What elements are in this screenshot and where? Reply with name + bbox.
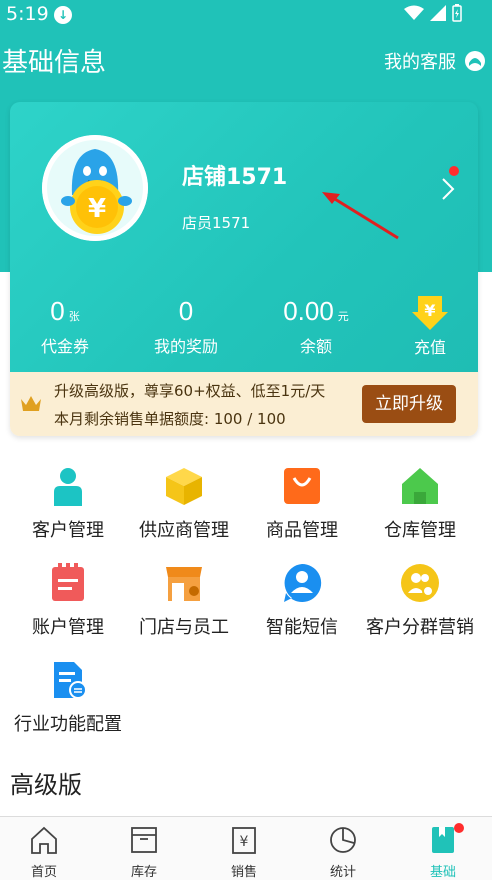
status-bar: 5:19 ↓ xyxy=(0,0,492,30)
account-notepad-icon xyxy=(52,563,84,601)
grid-label: 行业功能配置 xyxy=(14,714,122,735)
store-staff-icon xyxy=(166,567,202,601)
avatar: ¥ xyxy=(42,135,148,241)
supplier-box-icon xyxy=(166,468,202,505)
tab-home[interactable]: 首页 xyxy=(14,825,74,880)
voucher-count: 0 xyxy=(50,296,65,326)
balance-value: 0.00 xyxy=(283,296,334,326)
grid-item-account[interactable]: 账户管理 xyxy=(8,563,128,639)
customer-icon xyxy=(54,468,82,506)
grid-label: 商品管理 xyxy=(266,520,338,541)
tab-label: 首页 xyxy=(30,865,57,880)
industry-config-icon xyxy=(54,662,87,699)
svg-text:¥: ¥ xyxy=(240,834,249,850)
mascot-avatar-icon: ¥ xyxy=(42,135,148,241)
warehouse-icon xyxy=(402,468,438,504)
tab-label: 基础 xyxy=(429,865,456,880)
grid-item-store-staff[interactable]: 门店与员工 xyxy=(124,563,244,639)
signal-icon xyxy=(430,5,446,21)
grid-label: 智能短信 xyxy=(266,617,338,638)
page-title: 基础信息 xyxy=(2,48,107,78)
grid-label: 门店与员工 xyxy=(139,617,229,638)
inventory-icon xyxy=(131,827,157,853)
staff-name: 店员1571 xyxy=(182,214,251,232)
upgrade-promo-text: 升级高级版，尊享60+权益、低至1元/天 xyxy=(54,382,326,400)
grid-label: 客户分群营销 xyxy=(366,617,474,638)
annotation-arrow-icon xyxy=(322,192,399,240)
battery-icon xyxy=(452,4,462,22)
download-icon: ↓ xyxy=(54,6,72,24)
svg-text:¥: ¥ xyxy=(424,301,435,320)
store-card: ¥ 店铺1571 店员1571 0张 代金券 0 我的奖励 0.00元 余额 xyxy=(10,102,478,436)
upgrade-banner: 升级高级版，尊享60+权益、低至1元/天 本月剩余销售单据额度: 100 / 1… xyxy=(10,372,478,436)
grid-item-group-marketing[interactable]: 客户分群营销 xyxy=(360,563,480,639)
bottom-tab-bar: 首页 库存 ¥ 销售 统计 基础 xyxy=(0,816,492,880)
status-icons xyxy=(404,4,462,22)
tab-label: 统计 xyxy=(329,865,356,880)
tab-stats[interactable]: 统计 xyxy=(313,825,373,880)
grid-item-sms[interactable]: 智能短信 xyxy=(242,563,362,639)
tab-basic[interactable]: 基础 xyxy=(413,825,473,880)
reward-count: 0 xyxy=(178,296,194,326)
reward-label: 我的奖励 xyxy=(153,337,218,356)
product-bag-icon xyxy=(284,468,320,504)
recharge-label: 充值 xyxy=(413,338,446,357)
service-agent-icon xyxy=(465,51,485,71)
grid-item-industry-config[interactable]: 行业功能配置 xyxy=(8,660,128,736)
tab-sales[interactable]: ¥ 销售 xyxy=(214,825,274,880)
notification-dot xyxy=(449,166,459,176)
recharge-icon: ¥ xyxy=(412,296,448,330)
balance-unit: 元 xyxy=(337,310,349,323)
sms-person-icon xyxy=(284,563,322,602)
chevron-right-icon[interactable] xyxy=(438,176,458,202)
tab-label: 库存 xyxy=(130,865,157,880)
voucher-stat[interactable]: 0张 代金券 xyxy=(30,296,100,357)
balance-stat[interactable]: 0.00 元 余额 xyxy=(276,296,356,357)
tab-inventory[interactable]: 库存 xyxy=(114,825,174,880)
grid-label: 仓库管理 xyxy=(384,520,456,541)
voucher-label: 代金券 xyxy=(40,337,89,356)
grid-label: 供应商管理 xyxy=(139,520,229,541)
recharge-button[interactable]: ¥ 充值 xyxy=(408,294,452,358)
stats-icon xyxy=(330,827,356,853)
grid-item-product[interactable]: 商品管理 xyxy=(242,466,362,542)
voucher-unit: 张 xyxy=(68,310,80,323)
store-card-top[interactable]: ¥ 店铺1571 店员1571 0张 代金券 0 我的奖励 0.00元 余额 xyxy=(10,102,478,372)
store-name: 店铺1571 xyxy=(182,165,288,190)
sales-quota-text: 本月剩余销售单据额度: 100 / 100 xyxy=(54,410,286,428)
status-time: 5:19 xyxy=(6,3,49,25)
section-title: 高级版 xyxy=(10,771,82,799)
svg-text:¥: ¥ xyxy=(88,194,106,224)
grid-item-supplier[interactable]: 供应商管理 xyxy=(124,466,244,542)
upgrade-now-button[interactable]: 立即升级 xyxy=(362,385,456,423)
crown-icon xyxy=(21,396,41,411)
group-marketing-icon xyxy=(401,564,439,602)
grid-item-customer[interactable]: 客户管理 xyxy=(8,466,128,542)
grid-label: 账户管理 xyxy=(32,617,104,638)
tab-label: 销售 xyxy=(230,865,257,880)
tab-notification-dot xyxy=(454,823,464,833)
balance-label: 余额 xyxy=(299,337,332,356)
wifi-icon xyxy=(404,5,424,20)
grid-label: 客户管理 xyxy=(32,520,104,541)
grid-item-warehouse[interactable]: 仓库管理 xyxy=(360,466,480,542)
customer-service-button[interactable]: 我的客服 xyxy=(384,48,486,74)
reward-stat[interactable]: 0 我的奖励 xyxy=(146,296,226,357)
sales-icon: ¥ xyxy=(232,827,256,854)
home-icon xyxy=(31,826,57,854)
customer-service-label: 我的客服 xyxy=(384,52,456,73)
